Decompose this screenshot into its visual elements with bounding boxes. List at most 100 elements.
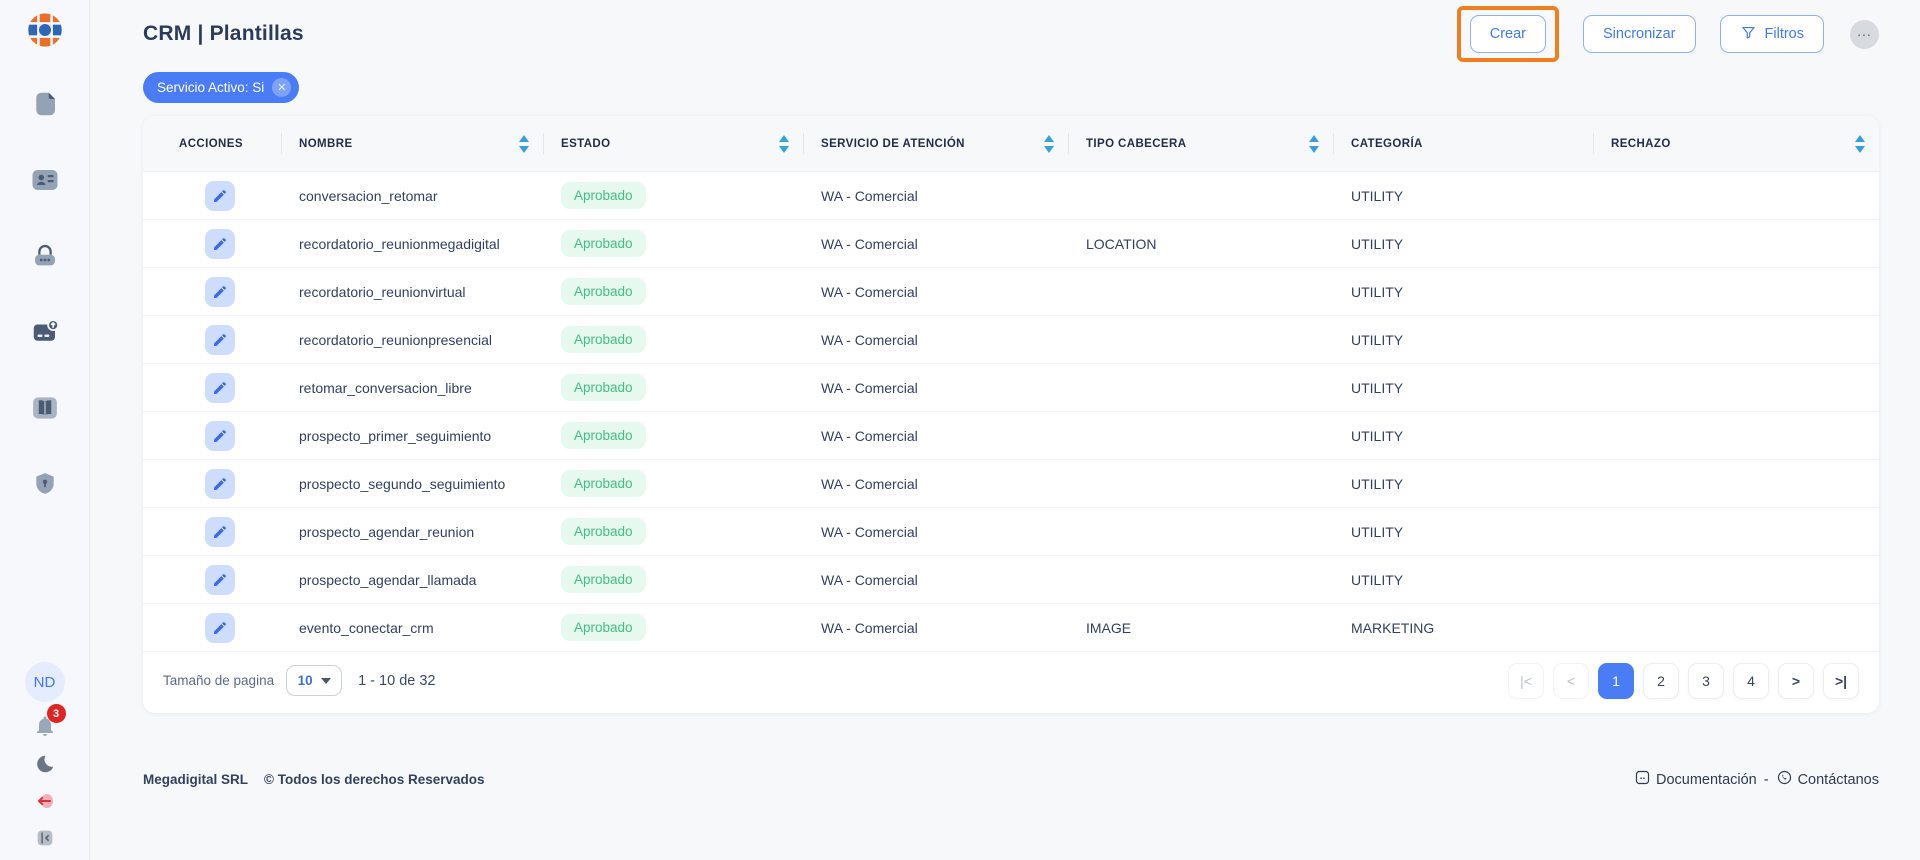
column-header-estado[interactable]: ESTADO (543, 116, 803, 171)
status-badge: Aprobado (561, 566, 646, 593)
documentation-link[interactable]: Documentación (1634, 769, 1757, 790)
cell-servicio: WA - Comercial (803, 380, 1068, 396)
bell-icon[interactable]: 3 (30, 711, 60, 741)
next-page-button[interactable]: > (1778, 663, 1814, 699)
cell-nombre: retomar_conversacion_libre (281, 380, 543, 396)
page-button-4[interactable]: 4 (1733, 663, 1769, 699)
page-button-2[interactable]: 2 (1643, 663, 1679, 699)
table-body: conversacion_retomarAprobadoWA - Comerci… (143, 171, 1879, 651)
status-badge: Aprobado (561, 518, 646, 545)
templates-table-card: ACCIONES NOMBRE ESTADO SERVICIO DE ATENC… (143, 116, 1879, 713)
cell-nombre: prospecto_agendar_llamada (281, 572, 543, 588)
table-header-row: ACCIONES NOMBRE ESTADO SERVICIO DE ATENC… (143, 116, 1879, 171)
app-logo-icon[interactable] (25, 10, 65, 50)
cell-acciones (143, 421, 281, 451)
sort-icon[interactable] (519, 135, 529, 153)
file-icon[interactable] (29, 88, 61, 120)
cell-acciones (143, 565, 281, 595)
edit-icon[interactable] (205, 325, 235, 355)
cell-estado: Aprobado (543, 326, 803, 353)
cell-servicio: WA - Comercial (803, 332, 1068, 348)
book-icon[interactable] (29, 392, 61, 424)
status-badge: Aprobado (561, 278, 646, 305)
table-row: retomar_conversacion_libreAprobadoWA - C… (143, 363, 1879, 411)
column-header-rechazo[interactable]: RECHAZO (1593, 116, 1879, 171)
docs-icon (1634, 769, 1651, 790)
edit-icon[interactable] (205, 421, 235, 451)
edit-icon[interactable] (205, 565, 235, 595)
more-options-button[interactable]: ... (1850, 20, 1879, 49)
table-row: recordatorio_reunionpresencialAprobadoWA… (143, 315, 1879, 363)
moon-icon[interactable] (31, 750, 59, 778)
edit-icon[interactable] (205, 517, 235, 547)
card-upload-icon[interactable] (29, 316, 61, 348)
edit-icon[interactable] (205, 181, 235, 211)
cell-acciones (143, 373, 281, 403)
create-button[interactable]: Crear (1470, 15, 1546, 53)
cell-estado: Aprobado (543, 566, 803, 593)
cell-acciones (143, 277, 281, 307)
edit-icon[interactable] (205, 613, 235, 643)
sort-icon[interactable] (1044, 135, 1054, 153)
funnel-icon (1740, 24, 1757, 45)
cell-estado: Aprobado (543, 518, 803, 545)
avatar[interactable]: ND (25, 662, 65, 702)
edit-icon[interactable] (205, 277, 235, 307)
footer-right: Documentación - Contáctanos (1634, 769, 1879, 790)
whatsapp-icon (1776, 769, 1793, 790)
page-size-select[interactable]: 10 (286, 665, 342, 696)
cell-acciones (143, 517, 281, 547)
table-row: prospecto_agendar_reunionAprobadoWA - Co… (143, 507, 1879, 555)
crear-annotation-box: Crear (1457, 6, 1559, 62)
edit-icon[interactable] (205, 469, 235, 499)
column-header-nombre[interactable]: NOMBRE (281, 116, 543, 171)
filters-button[interactable]: Filtros (1720, 15, 1824, 53)
cell-categoria: UTILITY (1333, 572, 1593, 588)
cell-categoria: MARKETING (1333, 620, 1593, 636)
chip-close-icon[interactable]: ✕ (272, 78, 291, 97)
prev-page-button[interactable]: < (1553, 663, 1589, 699)
first-page-button[interactable]: |< (1508, 663, 1544, 699)
table-row: prospecto_agendar_llamadaAprobadoWA - Co… (143, 555, 1879, 603)
pager: |< < 1 2 3 4 > >| (1508, 663, 1859, 699)
sort-icon[interactable] (779, 135, 789, 153)
cell-nombre: conversacion_retomar (281, 188, 543, 204)
table-row: conversacion_retomarAprobadoWA - Comerci… (143, 171, 1879, 219)
edit-icon[interactable] (205, 373, 235, 403)
collapse-sidebar-icon[interactable] (31, 824, 59, 852)
edit-icon[interactable] (205, 229, 235, 259)
shield-key-icon[interactable] (29, 468, 61, 500)
cell-categoria: UTILITY (1333, 332, 1593, 348)
chevron-down-icon (321, 678, 331, 684)
cell-estado: Aprobado (543, 614, 803, 641)
column-header-tipo-cabecera[interactable]: TIPO CABECERA (1068, 116, 1333, 171)
cell-servicio: WA - Comercial (803, 476, 1068, 492)
cell-tipo-cabecera: IMAGE (1068, 620, 1333, 636)
column-header-categoria: CATEGORÍA (1333, 116, 1593, 171)
sort-icon[interactable] (1855, 135, 1865, 153)
sort-icon[interactable] (1309, 135, 1319, 153)
page-button-3[interactable]: 3 (1688, 663, 1724, 699)
contact-link[interactable]: Contáctanos (1776, 769, 1879, 790)
cell-nombre: recordatorio_reunionmegadigital (281, 236, 543, 252)
cell-nombre: prospecto_primer_seguimiento (281, 428, 543, 444)
sync-button[interactable]: Sincronizar (1583, 15, 1696, 53)
password-lock-icon[interactable] (29, 240, 61, 272)
notification-badge: 3 (47, 704, 66, 723)
page-size-label: Tamaño de pagina (163, 673, 274, 688)
contact-card-icon[interactable] (29, 164, 61, 196)
page-button-1[interactable]: 1 (1598, 663, 1634, 699)
cell-nombre: prospecto_segundo_seguimiento (281, 476, 543, 492)
cell-nombre: prospecto_agendar_reunion (281, 524, 543, 540)
cell-acciones (143, 469, 281, 499)
last-page-button[interactable]: >| (1823, 663, 1859, 699)
status-badge: Aprobado (561, 470, 646, 497)
column-header-servicio[interactable]: SERVICIO DE ATENCIÓN (803, 116, 1068, 171)
cell-nombre: recordatorio_reunionpresencial (281, 332, 543, 348)
logout-icon[interactable] (31, 787, 59, 815)
company-name: Megadigital SRL (143, 772, 248, 787)
footer-separator: - (1764, 772, 1769, 788)
footer: Megadigital SRL © Todos los derechos Res… (143, 769, 1879, 790)
cell-categoria: UTILITY (1333, 380, 1593, 396)
cell-categoria: UTILITY (1333, 236, 1593, 252)
